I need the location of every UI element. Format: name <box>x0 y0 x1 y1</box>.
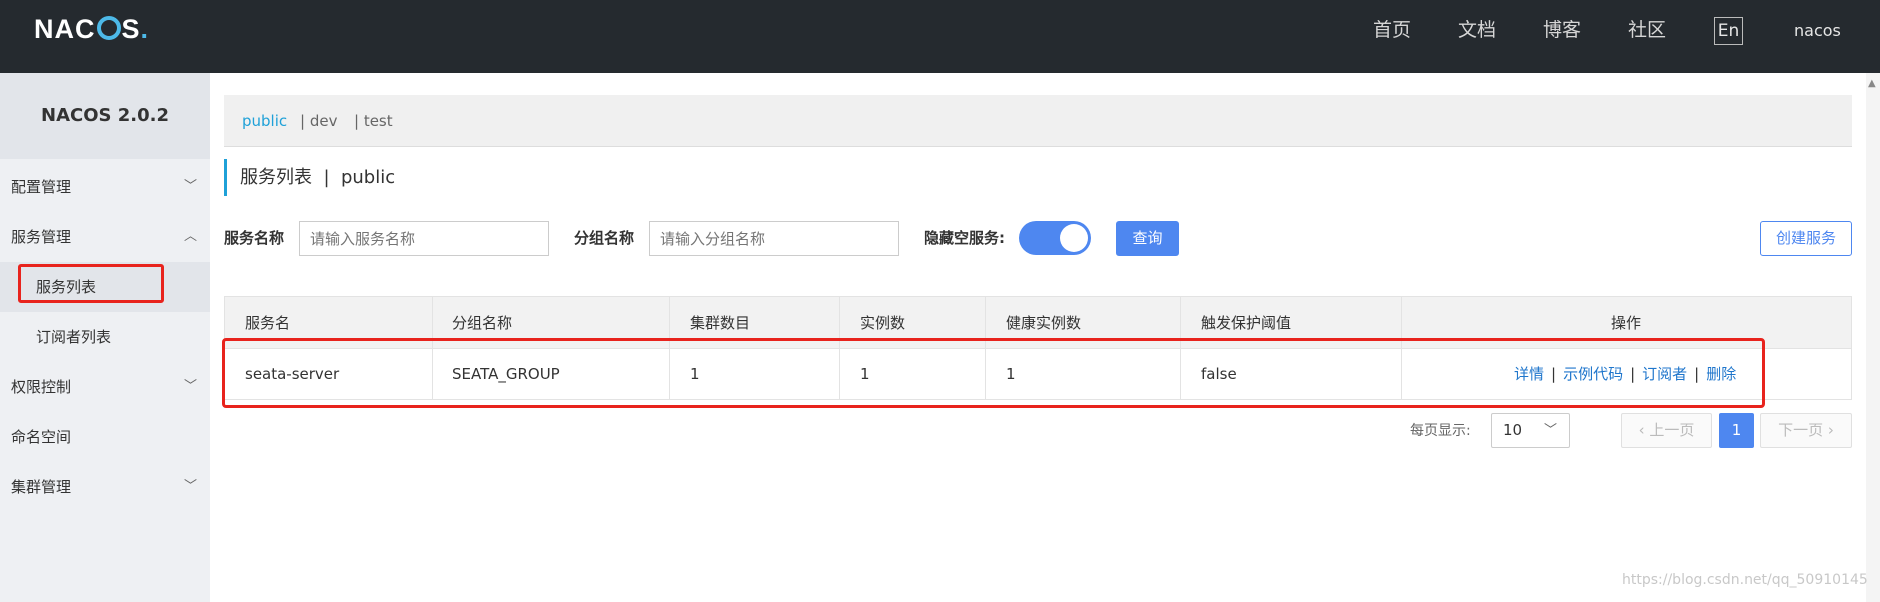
per-page-label: 每页显示: <box>1410 423 1471 439</box>
page-scrollbar[interactable] <box>1866 73 1880 602</box>
sidebar-item-label: 配置管理 <box>11 178 72 196</box>
logo-dot: . <box>140 14 150 44</box>
logo-text-start: NA <box>34 14 75 44</box>
sidebar-item-config-management[interactable]: 配置管理 ﹀ <box>0 162 210 212</box>
namespace-tab-test[interactable]: | test <box>354 95 393 147</box>
sidebar-item-label: 订阅者列表 <box>36 328 112 346</box>
namespace-tab-dev[interactable]: | dev <box>300 95 337 147</box>
query-button[interactable]: 查询 <box>1116 221 1179 256</box>
sidebar-item-label: 命名空间 <box>11 428 72 446</box>
sidebar-item-subscriber-list[interactable]: 订阅者列表 <box>0 312 210 362</box>
next-page-label: 下一页 <box>1778 421 1824 439</box>
page-title: 服务列表 | public <box>224 159 395 196</box>
sidebar-item-access-control[interactable]: 权限控制 ﹀ <box>0 362 210 412</box>
group-name-input[interactable] <box>649 221 899 256</box>
sidebar: NACOS 2.0.2 配置管理 ﹀ 服务管理 ︿ 服务列表 订阅者列表 权限控… <box>0 73 210 602</box>
nav-docs[interactable]: 文档 <box>1458 0 1496 73</box>
logo-o-ring-icon <box>96 16 121 40</box>
service-name-input[interactable] <box>299 221 549 256</box>
next-page-button[interactable]: 下一页 › <box>1760 413 1852 448</box>
logo-text-end: S <box>121 14 141 44</box>
nav-community[interactable]: 社区 <box>1628 0 1666 73</box>
nav-home[interactable]: 首页 <box>1373 0 1411 73</box>
namespace-tab-public[interactable]: public <box>242 95 287 147</box>
hide-empty-label: 隐藏空服务: <box>924 229 1005 247</box>
nav-blog[interactable]: 博客 <box>1543 0 1581 73</box>
chevron-down-icon: ﹀ <box>183 379 197 394</box>
watermark: https://blog.csdn.net/qq_50910145 <box>1622 572 1868 588</box>
sidebar-item-label: 集群管理 <box>11 478 72 496</box>
chevron-up-icon: ︿ <box>183 229 197 244</box>
sidebar-item-namespace[interactable]: 命名空间 <box>0 412 210 462</box>
sidebar-item-label: 服务管理 <box>11 228 72 246</box>
service-name-label: 服务名称 <box>224 229 285 247</box>
top-navbar: NAC S. 首页 文档 博客 社区 En nacos <box>0 0 1880 73</box>
logo-text-mid: C <box>75 14 96 44</box>
chevron-down-icon: ﹀ <box>1543 423 1557 438</box>
per-page-value: 10 <box>1503 421 1523 439</box>
chevron-left-icon: ‹ <box>1638 421 1650 439</box>
chevron-right-icon: › <box>1823 421 1834 439</box>
toggle-knob <box>1060 224 1088 252</box>
chevron-down-icon: ﹀ <box>183 179 197 194</box>
page-button-current[interactable]: 1 <box>1719 413 1754 448</box>
language-switch-button[interactable]: En <box>1714 17 1743 45</box>
namespace-tabs: public | dev | test <box>224 95 1852 147</box>
create-service-button[interactable]: 创建服务 <box>1760 221 1852 256</box>
group-name-label: 分组名称 <box>574 229 635 247</box>
chevron-down-icon: ﹀ <box>183 479 197 494</box>
prev-page-button[interactable]: ‹ 上一页 <box>1621 413 1712 448</box>
highlight-box-service-row <box>222 338 1765 408</box>
sidebar-item-cluster-management[interactable]: 集群管理 ﹀ <box>0 462 210 512</box>
nacos-logo[interactable]: NAC S. <box>34 14 149 45</box>
per-page-select[interactable]: 10 ﹀ <box>1491 413 1570 448</box>
user-menu[interactable]: nacos <box>1794 0 1841 61</box>
hide-empty-toggle[interactable] <box>1019 221 1091 255</box>
sidebar-item-label: 权限控制 <box>11 378 72 396</box>
highlight-box-service-list <box>18 264 164 303</box>
scroll-up-arrow-icon[interactable]: ▲ <box>1868 78 1876 89</box>
sidebar-item-service-management[interactable]: 服务管理 ︿ <box>0 212 210 262</box>
prev-page-label: 上一页 <box>1649 421 1695 439</box>
version-title: NACOS 2.0.2 <box>0 73 210 159</box>
